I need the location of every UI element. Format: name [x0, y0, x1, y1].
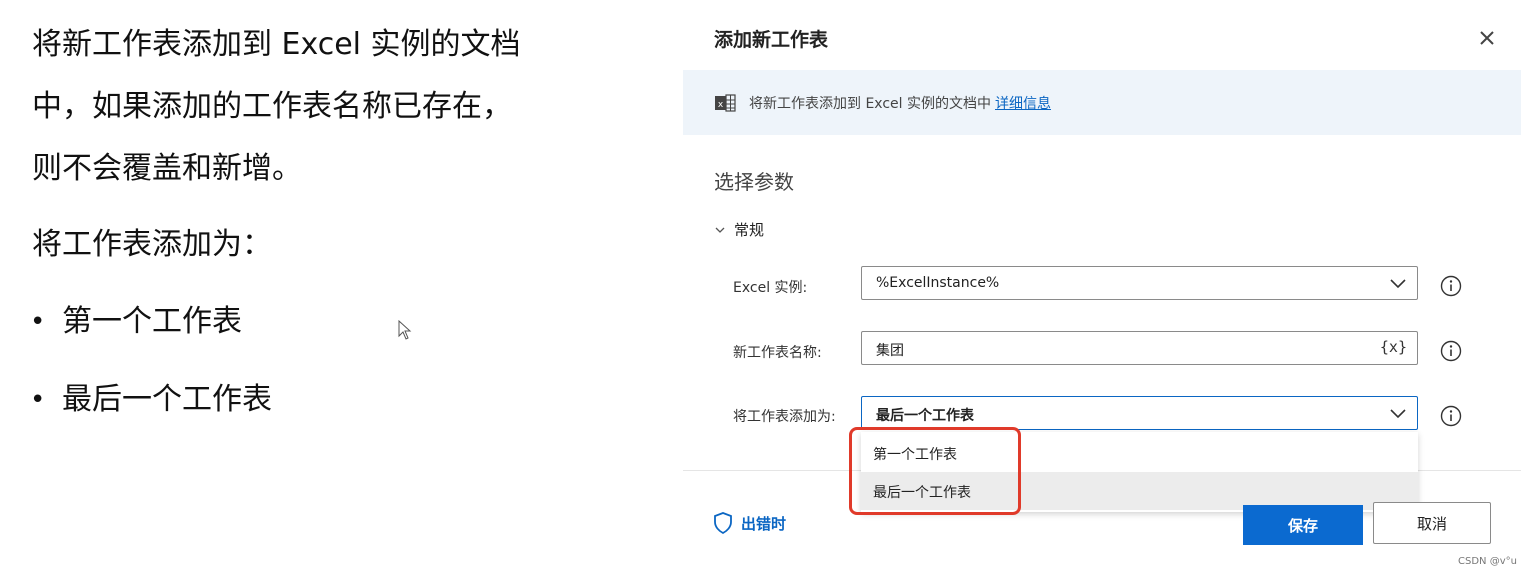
- details-link[interactable]: 详细信息: [995, 96, 1051, 112]
- bullet-item-last: 最后一个工作表: [62, 382, 272, 417]
- section-title: 选择参数: [714, 170, 794, 194]
- group-general-toggle[interactable]: 常规: [714, 219, 764, 240]
- explanation-panel: 将新工作表添加到 Excel 实例的文档 中，如果添加的工作表名称已存在， 则不…: [0, 0, 680, 575]
- explanation-line-2: 中，如果添加的工作表名称已存在，: [32, 89, 512, 124]
- excel-instance-label: Excel 实例:: [733, 280, 808, 296]
- mouse-cursor-icon: [398, 320, 412, 340]
- excel-instance-select[interactable]: %ExcelInstance%: [861, 266, 1418, 300]
- bullet-dot-icon: •: [30, 307, 46, 337]
- info-icon[interactable]: [1440, 405, 1462, 427]
- close-icon[interactable]: [1473, 24, 1501, 52]
- add-sheet-as-label: 将工作表添加为:: [733, 409, 836, 425]
- save-button[interactable]: 保存: [1243, 505, 1363, 545]
- red-highlight-box: [849, 427, 1021, 515]
- add-sheet-as-select[interactable]: 最后一个工作表: [861, 396, 1418, 430]
- cancel-button[interactable]: 取消: [1373, 502, 1491, 544]
- on-error-label: 出错时: [741, 514, 787, 533]
- shield-icon: [714, 512, 732, 534]
- new-sheet-name-value: 集团: [876, 343, 904, 359]
- bullet-item-first: 第一个工作表: [62, 304, 242, 339]
- banner-description: 将新工作表添加到 Excel 实例的文档中 详细信息: [749, 93, 1051, 113]
- info-icon[interactable]: [1440, 275, 1462, 297]
- add-sheet-as-value: 最后一个工作表: [876, 408, 974, 424]
- new-sheet-name-label: 新工作表名称:: [733, 345, 822, 361]
- banner-text: 将新工作表添加到 Excel 实例的文档中: [749, 96, 991, 112]
- chevron-down-icon: [1390, 279, 1406, 289]
- excel-worksheet-icon: x: [715, 94, 736, 112]
- info-icon[interactable]: [1440, 340, 1462, 362]
- new-sheet-name-input[interactable]: 集团 {x}: [861, 331, 1418, 365]
- explanation-subheading: 将工作表添加为：: [32, 227, 272, 262]
- chevron-down-icon: [1390, 409, 1406, 419]
- explanation-line-1: 将新工作表添加到 Excel 实例的文档: [32, 27, 521, 62]
- svg-text:x: x: [718, 100, 724, 110]
- chevron-down-icon: [715, 227, 725, 233]
- watermark: CSDN @v°u: [1458, 556, 1517, 567]
- bullet-dot-icon: •: [30, 385, 46, 415]
- group-general-label: 常规: [734, 221, 765, 239]
- dialog-title: 添加新工作表: [714, 29, 829, 51]
- excel-instance-value: %ExcelInstance%: [876, 275, 1000, 291]
- add-worksheet-dialog: 添加新工作表 x 将新工作表添加到 Excel 实例的文档中 详细信息 选择参数 …: [683, 0, 1521, 575]
- on-error-button[interactable]: 出错时: [713, 512, 786, 534]
- info-banner: x 将新工作表添加到 Excel 实例的文档中 详细信息: [683, 70, 1521, 135]
- variable-picker-icon[interactable]: {x}: [1380, 338, 1407, 356]
- explanation-line-3: 则不会覆盖和新增。: [32, 151, 302, 186]
